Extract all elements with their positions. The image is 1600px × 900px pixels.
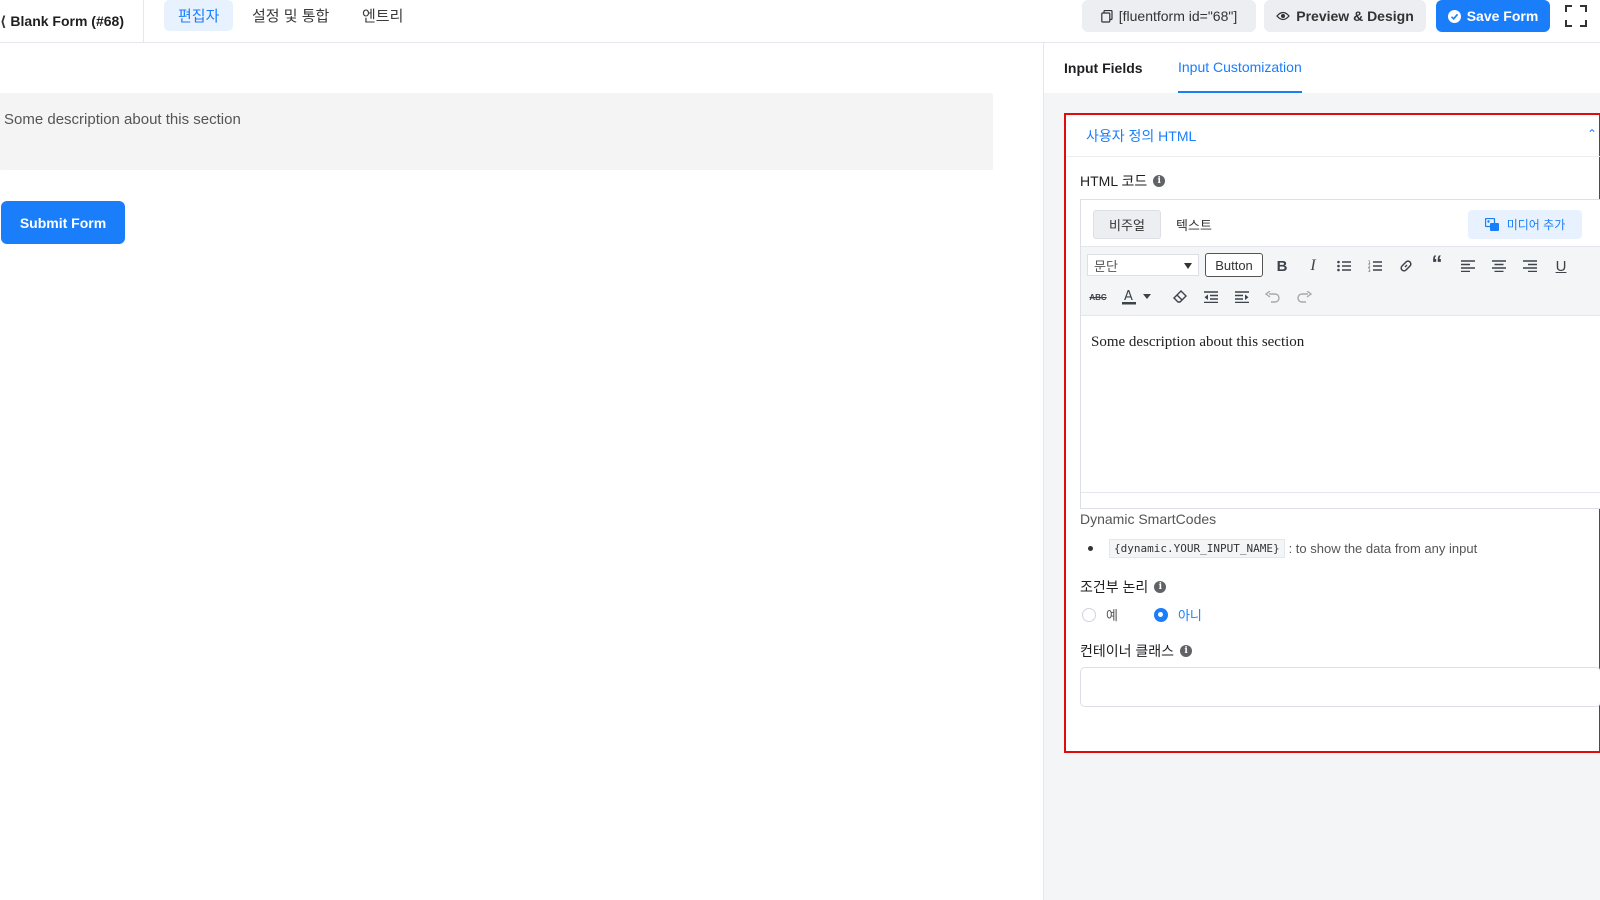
svg-text:3: 3 (1368, 268, 1371, 272)
redo-icon[interactable] (1291, 284, 1317, 310)
text-color-dropdown-icon[interactable] (1140, 284, 1154, 310)
radio-yes[interactable] (1082, 607, 1096, 622)
smartcode-desc: : to show the data from any input (1288, 541, 1478, 556)
shortcode-label: [fluentform id="68"] (1118, 8, 1238, 24)
align-right-icon[interactable] (1517, 253, 1543, 279)
fullscreen-icon[interactable] (1564, 4, 1588, 28)
align-left-icon[interactable] (1455, 253, 1481, 279)
outdent-icon[interactable] (1198, 284, 1224, 310)
numbered-list-icon[interactable]: 123 (1362, 253, 1388, 279)
smartcodes-title: Dynamic SmartCodes (1080, 511, 1217, 527)
radio-no[interactable] (1153, 607, 1168, 622)
svg-text:A: A (1124, 289, 1133, 304)
editor-content-area[interactable]: Some description about this section (1081, 316, 1600, 492)
submit-label: Submit Form (19, 214, 107, 231)
custom-html-settings: 사용자 정의 HTML ⌃ HTML 코드 i 비주얼 텍스트 미디어 추가 문… (1064, 113, 1600, 753)
save-form-button[interactable]: Save Form (1436, 0, 1550, 32)
top-bar: ⟨ Blank Form (#68) 편집자 설정 및 통합 엔트리 [flue… (0, 0, 1600, 43)
editor-content-text: Some description about this section (1091, 334, 1305, 350)
add-media-button[interactable]: 미디어 추가 (1468, 210, 1582, 239)
tab-editor-label: 편집자 (178, 8, 220, 25)
editor-toolbar: 문단 Button B I 123 “ U ABC A (1081, 246, 1600, 316)
shortcode-button[interactable]: [fluentform id="68"] (1082, 0, 1256, 32)
add-media-label: 미디어 추가 (1506, 218, 1566, 232)
description-text: Some description about this section (4, 111, 241, 128)
tab-input-fields-label: Input Fields (1064, 60, 1143, 76)
save-label: Save Form (1466, 8, 1539, 24)
link-icon[interactable] (1393, 253, 1419, 279)
tab-settings-integrations[interactable]: 설정 및 통합 (238, 0, 343, 31)
tab-input-fields[interactable]: Input Fields (1064, 43, 1143, 93)
bullet-icon (1088, 546, 1093, 551)
smartcode-item: {dynamic.YOUR_INPUT_NAME} : to show the … (1088, 539, 1477, 558)
info-icon[interactable]: i (1154, 581, 1167, 593)
blockquote-icon[interactable]: “ (1424, 251, 1450, 277)
tab-entries-label: 엔트리 (362, 8, 404, 25)
italic-icon[interactable]: I (1300, 253, 1326, 279)
html-code-label-text: HTML 코드 (1080, 173, 1148, 189)
caret-down-icon (1184, 263, 1192, 269)
form-title-text: Blank Form (#68) (10, 13, 124, 29)
chevron-up-icon[interactable]: ⌃ (1587, 127, 1597, 141)
text-tab[interactable]: 텍스트 (1165, 210, 1223, 239)
radio-no-label[interactable]: 아니 (1178, 605, 1202, 624)
editor-resize-bar[interactable] (1081, 492, 1600, 508)
check-circle-icon (1447, 9, 1461, 23)
tab-entries[interactable]: 엔트리 (348, 0, 417, 31)
panel-tabs: Input Fields Input Customization (1044, 43, 1600, 93)
tab-input-customization-label: Input Customization (1178, 59, 1302, 75)
custom-html-block[interactable]: Some description about this section (0, 93, 993, 170)
media-icon (1484, 217, 1499, 231)
tab-editor[interactable]: 편집자 (164, 0, 234, 31)
bold-icon[interactable]: B (1269, 253, 1295, 279)
section-title: 사용자 정의 HTML (1086, 127, 1197, 144)
tab-input-customization[interactable]: Input Customization (1178, 43, 1302, 93)
conditional-logic-label-text: 조건부 논리 (1080, 579, 1149, 595)
tab-settings-label: 설정 및 통합 (252, 8, 330, 25)
bullet-list-icon[interactable] (1331, 253, 1357, 279)
form-title: ⟨ Blank Form (#68) (0, 0, 144, 42)
form-canvas: Some description about this section Subm… (0, 43, 1043, 900)
radio-yes-label[interactable]: 예 (1106, 605, 1118, 624)
text-color-icon[interactable]: A (1116, 284, 1142, 310)
back-chevron-icon[interactable]: ⟨ (0, 13, 6, 30)
text-tab-label: 텍스트 (1176, 218, 1212, 233)
indent-icon[interactable] (1229, 284, 1255, 310)
conditional-logic-label: 조건부 논리 i (1080, 577, 1167, 597)
undo-icon[interactable] (1260, 284, 1286, 310)
underline-icon[interactable]: U (1548, 253, 1574, 279)
button-insert[interactable]: Button (1205, 253, 1263, 277)
align-center-icon[interactable] (1486, 253, 1512, 279)
paragraph-format-select[interactable]: 문단 (1087, 254, 1199, 276)
section-header[interactable]: 사용자 정의 HTML ⌃ (1066, 115, 1600, 157)
container-class-input[interactable] (1080, 667, 1600, 707)
button-insert-label: Button (1215, 257, 1253, 273)
copy-icon (1100, 9, 1113, 23)
preview-design-button[interactable]: Preview & Design (1264, 0, 1426, 32)
visual-tab-label: 비주얼 (1109, 218, 1145, 233)
preview-label: Preview & Design (1296, 8, 1414, 24)
info-icon[interactable]: i (1153, 175, 1166, 187)
eraser-icon[interactable] (1167, 284, 1193, 310)
conditional-logic-radios: 예 아니 (1082, 605, 1202, 624)
html-code-label: HTML 코드 i (1080, 171, 1166, 191)
container-class-label: 컨테이너 클래스 i (1080, 641, 1193, 661)
smartcode: {dynamic.YOUR_INPUT_NAME} (1109, 539, 1285, 558)
info-icon[interactable]: i (1180, 645, 1193, 657)
container-class-label-text: 컨테이너 클래스 (1080, 643, 1175, 659)
settings-panel: Input Fields Input Customization 사용자 정의 … (1043, 43, 1600, 900)
strikethrough-icon[interactable]: ABC (1085, 284, 1111, 310)
eye-icon (1276, 11, 1291, 21)
editor-tab-bar: 비주얼 텍스트 미디어 추가 (1081, 200, 1600, 246)
visual-tab[interactable]: 비주얼 (1093, 210, 1161, 239)
submit-form-button[interactable]: Submit Form (1, 201, 125, 244)
format-select-value: 문단 (1094, 258, 1118, 274)
wysiwyg-editor: 비주얼 텍스트 미디어 추가 문단 Button B I 1 2 3 “ U A… (1080, 199, 1600, 509)
